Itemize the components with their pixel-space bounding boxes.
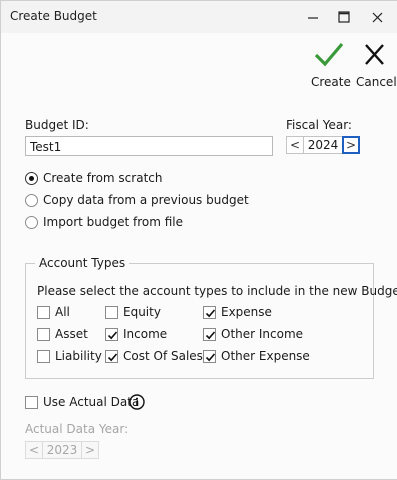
window-title: Create Budget <box>10 9 97 23</box>
minimize-icon <box>307 16 318 19</box>
actual-data-year-next-button[interactable]: > <box>81 441 99 459</box>
checkbox-label-equity: Equity <box>123 305 161 319</box>
checkmark-icon <box>314 42 344 67</box>
fiscal-year-stepper: < 2024 > <box>286 136 360 154</box>
fiscal-year-next-button[interactable]: > <box>342 136 360 154</box>
radio-create-from-scratch[interactable] <box>25 172 38 185</box>
checkbox-all[interactable] <box>37 306 50 319</box>
check-icon <box>205 331 216 340</box>
budget-id-input[interactable]: Test1 <box>25 136 273 156</box>
check-icon <box>205 309 216 318</box>
check-icon <box>107 353 118 362</box>
checkbox-label-asset: Asset <box>55 327 88 341</box>
check-icon <box>205 353 216 362</box>
checkbox-label-cost-of-sales: Cost Of Sales <box>123 349 203 363</box>
close-window-button[interactable] <box>362 1 392 33</box>
radio-import-file[interactable] <box>25 216 38 229</box>
actual-data-year-value: 2023 <box>43 441 81 459</box>
cancel-x-icon <box>365 44 384 65</box>
title-bar: Create Budget <box>1 1 397 33</box>
actual-data-year-prev-button[interactable]: < <box>25 441 43 459</box>
checkbox-other-income[interactable] <box>203 328 216 341</box>
checkbox-liability[interactable] <box>37 350 50 363</box>
info-icon[interactable] <box>129 394 145 410</box>
checkbox-label-other-income: Other Income <box>221 327 304 341</box>
checkbox-label-all: All <box>55 305 70 319</box>
radio-copy-previous[interactable] <box>25 194 38 207</box>
create-label: Create <box>311 75 351 89</box>
radio-label-copy-previous: Copy data from a previous budget <box>43 193 249 207</box>
cancel-label: Cancel <box>356 75 397 89</box>
checkbox-label-other-expense: Other Expense <box>221 349 310 363</box>
checkbox-equity[interactable] <box>105 306 118 319</box>
checkbox-other-expense[interactable] <box>203 350 216 363</box>
fiscal-year-label: Fiscal Year: <box>286 118 352 132</box>
maximize-button[interactable] <box>329 1 359 33</box>
create-button[interactable]: Create <box>309 41 351 91</box>
create-budget-window: Create Budget Create Cancel Budget ID: T… <box>0 0 397 480</box>
checkbox-asset[interactable] <box>37 328 50 341</box>
checkbox-income[interactable] <box>105 328 118 341</box>
checkbox-use-actual-data[interactable] <box>25 396 38 409</box>
use-actual-data-label: Use Actual Data <box>43 395 140 409</box>
check-icon <box>107 331 118 340</box>
actual-data-year-label: Actual Data Year: <box>25 422 129 436</box>
radio-label-import-file: Import budget from file <box>43 215 184 229</box>
checkbox-label-expense: Expense <box>221 305 272 319</box>
account-types-instruction: Please select the account types to inclu… <box>37 284 397 298</box>
checkbox-expense[interactable] <box>203 306 216 319</box>
minimize-button[interactable] <box>298 1 328 33</box>
fiscal-year-prev-button[interactable]: < <box>286 136 304 154</box>
budget-id-label: Budget ID: <box>25 118 89 132</box>
checkbox-label-liability: Liability <box>55 349 102 363</box>
account-types-legend: Account Types <box>35 256 130 270</box>
fiscal-year-value: 2024 <box>304 136 342 154</box>
close-icon <box>372 12 382 22</box>
checkbox-cost-of-sales[interactable] <box>105 350 118 363</box>
checkbox-label-income: Income <box>123 327 168 341</box>
radio-label-create-from-scratch: Create from scratch <box>43 171 163 185</box>
actual-data-year-stepper: < 2023 > <box>25 441 99 459</box>
cancel-button[interactable]: Cancel <box>355 41 397 91</box>
maximize-icon <box>338 11 350 23</box>
